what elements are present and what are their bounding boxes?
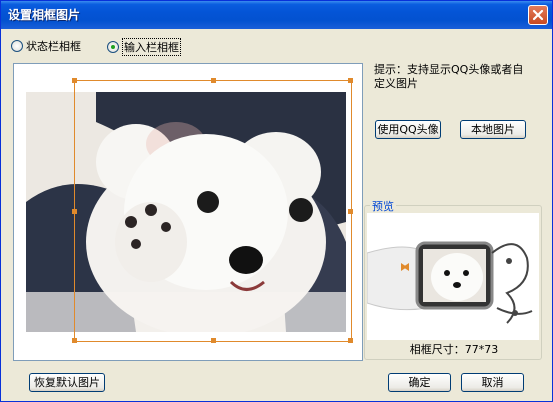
crop-frame[interactable]: [72, 78, 353, 343]
resize-handle[interactable]: [72, 78, 77, 83]
preview-legend: 预览: [370, 198, 396, 214]
dialog-window: 设置相框图片 状态栏相框 输入栏相框 提示：支持显示QQ头像或者自定义图片 使用…: [0, 0, 553, 402]
title-bar[interactable]: 设置相框图片: [1, 1, 552, 29]
radio-label: 状态栏相框: [26, 40, 81, 53]
resize-handle[interactable]: [348, 209, 353, 214]
resize-handle[interactable]: [211, 78, 216, 83]
preview-group: 预览 相框尺寸：77*73: [364, 198, 542, 360]
resize-handle[interactable]: [211, 338, 216, 343]
resize-handle[interactable]: [348, 338, 353, 343]
close-button[interactable]: [528, 5, 548, 25]
radio-label: 输入栏相框: [122, 38, 181, 56]
window-title: 设置相框图片: [8, 8, 81, 22]
resize-handle[interactable]: [348, 78, 353, 83]
hint-text: 提示：支持显示QQ头像或者自定义图片: [374, 63, 524, 90]
radio-button[interactable]: [107, 41, 119, 53]
radio-input-frame[interactable]: 输入栏相框: [107, 38, 181, 56]
close-icon: [532, 9, 544, 21]
cancel-button[interactable]: 取消: [461, 373, 524, 392]
use-qq-avatar-button[interactable]: 使用QQ头像: [375, 120, 441, 139]
resize-handle[interactable]: [72, 209, 77, 214]
radio-button[interactable]: [11, 40, 23, 52]
ok-button[interactable]: 确定: [388, 373, 451, 392]
local-image-button[interactable]: 本地图片: [460, 120, 526, 139]
restore-default-button[interactable]: 恢复默认图片: [29, 373, 105, 392]
radio-status-frame[interactable]: 状态栏相框: [11, 38, 81, 54]
image-editor-area[interactable]: [13, 63, 363, 361]
resize-handle[interactable]: [72, 338, 77, 343]
frame-size-label: 相框尺寸：77*73: [409, 343, 499, 356]
preview-image: [367, 213, 539, 340]
